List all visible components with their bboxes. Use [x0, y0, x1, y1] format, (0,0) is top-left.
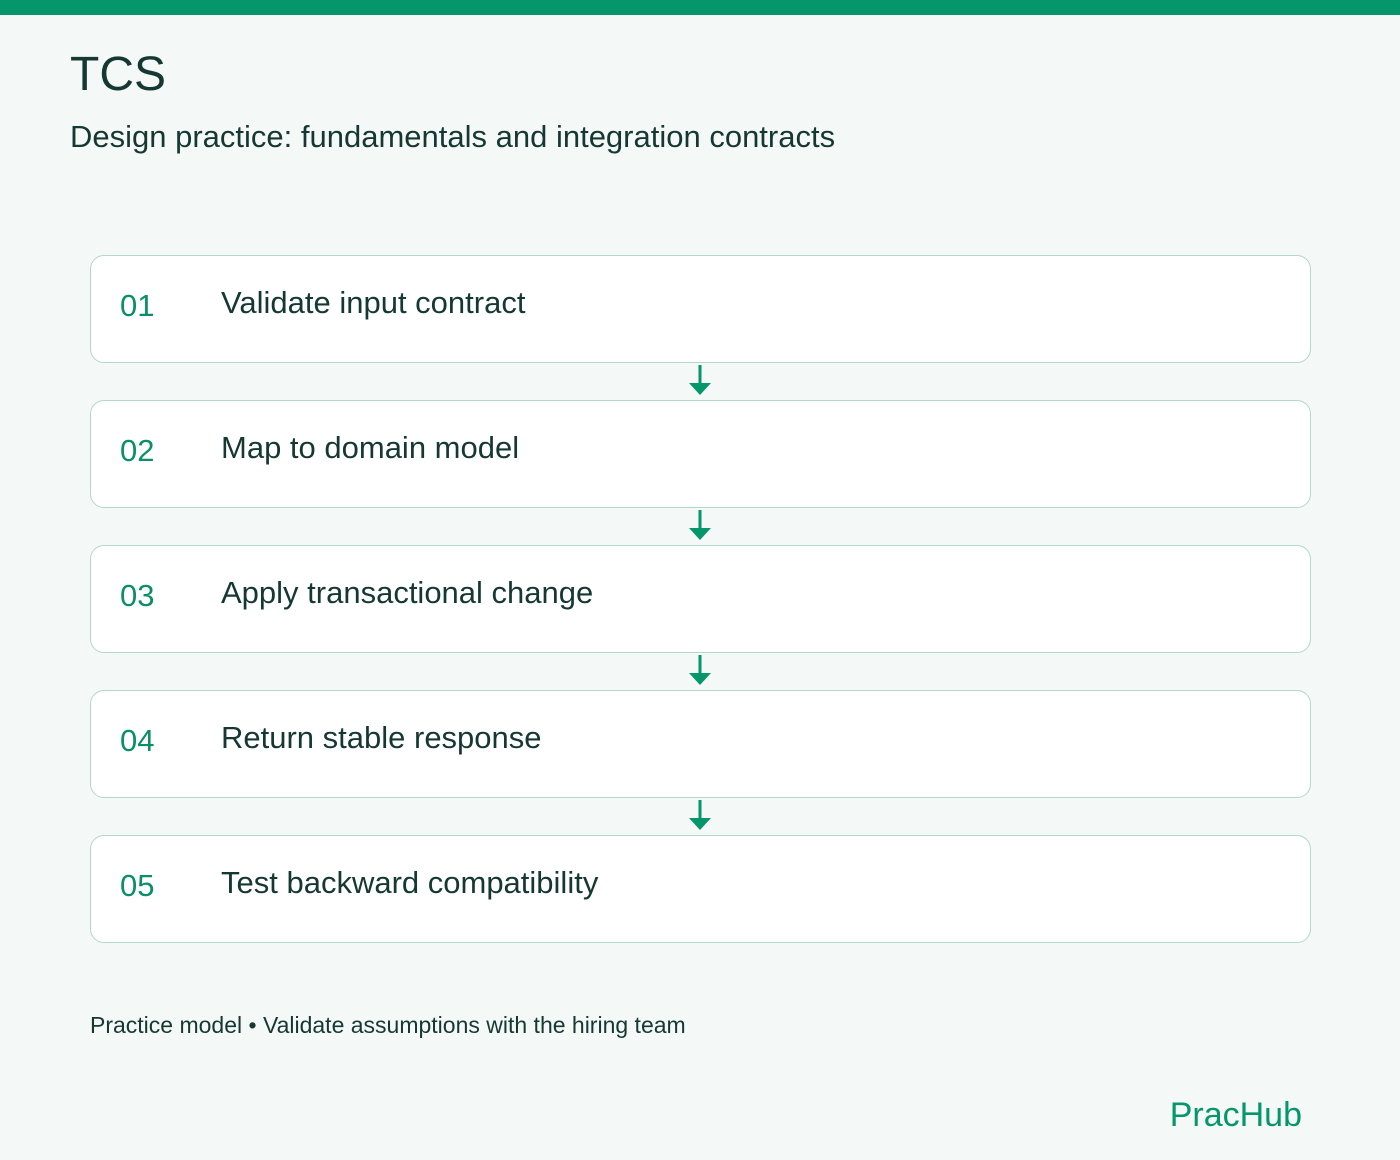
step-number: 01: [120, 288, 155, 323]
arrow-down-icon: [689, 365, 711, 395]
step-number: 04: [120, 723, 155, 758]
step-label: Map to domain model: [221, 430, 520, 465]
step-label: Validate input contract: [221, 285, 526, 320]
step-label: Apply transactional change: [221, 575, 594, 610]
step-card-01: 01 Validate input contract: [90, 255, 1311, 363]
arrow-down-icon: [689, 510, 711, 540]
page-subtitle: Design practice: fundamentals and integr…: [70, 119, 836, 154]
footer-note: Practice model • Validate assumptions wi…: [90, 1012, 686, 1038]
arrow-down-icon: [689, 655, 711, 685]
brand-logo-text: PracHub: [1169, 1096, 1302, 1134]
step-card-02: 02 Map to domain model: [90, 400, 1311, 508]
step-number: 02: [120, 433, 155, 468]
step-card-05: 05 Test backward compatibility: [90, 835, 1311, 943]
page-title: TCS: [70, 48, 166, 101]
step-number: 05: [120, 868, 155, 903]
step-label: Return stable response: [221, 720, 542, 755]
step-card-04: 04 Return stable response: [90, 690, 1311, 798]
step-label: Test backward compatibility: [221, 865, 599, 900]
step-number: 03: [120, 578, 155, 613]
top-accent-bar: [0, 0, 1400, 15]
step-card-03: 03 Apply transactional change: [90, 545, 1311, 653]
arrow-down-icon: [689, 800, 711, 830]
